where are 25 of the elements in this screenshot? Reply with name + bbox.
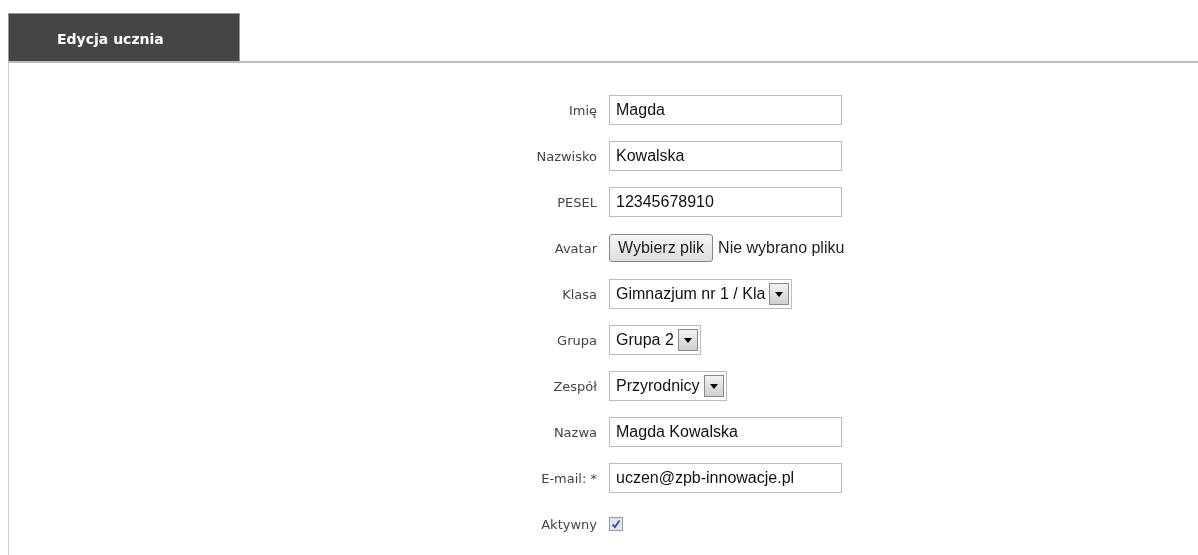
file-status: Nie wybrano pliku: [718, 239, 845, 257]
field-label: PESEL: [556, 194, 597, 210]
choose-file-button[interactable]: Wybierz plik: [609, 234, 714, 262]
caret-icon: [703, 375, 724, 397]
field-label: Klasa: [561, 286, 597, 302]
page-tab[interactable]: Edycja ucznia: [8, 13, 240, 61]
text-field[interactable]: 12345678910: [609, 187, 842, 217]
field-label: Grupa: [556, 332, 597, 348]
field-label: Avatar: [553, 240, 597, 256]
select-field[interactable]: Gimnazjum nr 1 / Kla: [609, 279, 793, 309]
field-label: Nazwa: [552, 424, 597, 440]
text-field[interactable]: Magda Kowalska: [609, 417, 842, 447]
field-label: Nazwisko: [535, 148, 597, 164]
field-label: Imię: [567, 102, 597, 118]
select-field[interactable]: Przyrodnicy: [609, 371, 727, 401]
checkbox[interactable]: [609, 517, 623, 531]
caret-icon: [677, 329, 698, 351]
select-field[interactable]: Grupa 2: [609, 325, 701, 355]
text-field[interactable]: Kowalska: [609, 141, 842, 171]
caret-icon: [769, 283, 790, 305]
field-label: Aktywny: [540, 516, 597, 532]
field-label: Zespół: [552, 378, 597, 394]
field-label: E-mail: *: [540, 470, 597, 486]
text-field[interactable]: uczen@zpb-innowacje.pl: [609, 463, 842, 493]
text-field[interactable]: Magda: [609, 95, 842, 125]
